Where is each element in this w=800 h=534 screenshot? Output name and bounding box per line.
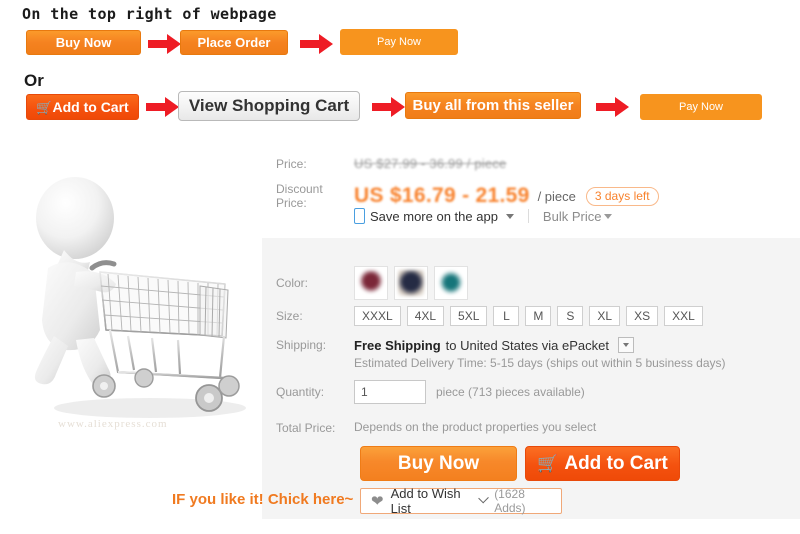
right-arrow-icon bbox=[146, 96, 180, 118]
quantity-availability: piece (713 pieces available) bbox=[436, 385, 585, 399]
size-option-list: XXXL 4XL 5XL L M S XL XS XXL bbox=[354, 306, 709, 326]
flow-button-place-order[interactable]: Place Order bbox=[180, 30, 288, 55]
flow-button-buy-all-from-seller[interactable]: Buy all from this seller bbox=[405, 92, 581, 119]
price-label: Price: bbox=[276, 157, 307, 171]
chevron-down-icon[interactable] bbox=[478, 492, 489, 504]
days-left-badge: 3 days left bbox=[585, 186, 659, 206]
bulk-price-link[interactable]: Bulk Price bbox=[543, 209, 613, 224]
size-option[interactable]: M bbox=[525, 306, 552, 326]
color-swatch-teal[interactable] bbox=[434, 266, 468, 300]
size-option[interactable]: XXL bbox=[664, 306, 703, 326]
heart-icon: ❤ bbox=[371, 492, 384, 510]
right-arrow-icon bbox=[596, 96, 630, 118]
flow-button-buy-now[interactable]: Buy Now bbox=[26, 30, 141, 55]
flow-button-add-to-cart-label: Add to Cart bbox=[52, 99, 129, 115]
delivery-estimate: Estimated Delivery Time: 5-15 days (ship… bbox=[354, 356, 726, 370]
right-arrow-icon bbox=[300, 33, 334, 55]
image-watermark: www.aliexpress.com bbox=[58, 418, 168, 430]
shipping-destination: to United States via ePacket bbox=[445, 337, 609, 353]
price-unit: / piece bbox=[537, 188, 576, 204]
save-on-app-label: Save more on the app bbox=[370, 208, 498, 224]
chevron-down-icon bbox=[604, 213, 613, 219]
add-to-cart-label: Add to Cart bbox=[564, 452, 668, 474]
screenshot-root: On the top right of webpage Buy Now Plac… bbox=[0, 0, 800, 534]
size-option[interactable]: 5XL bbox=[450, 306, 488, 326]
flow-button-pay-now-bottom[interactable]: Pay Now bbox=[640, 94, 762, 120]
size-option[interactable]: XXXL bbox=[354, 306, 401, 326]
total-price-label: Total Price: bbox=[276, 421, 336, 435]
instruction-or-label: Or bbox=[24, 71, 44, 90]
right-arrow-icon bbox=[148, 33, 182, 55]
discount-price: US $16.79 - 21.59 bbox=[354, 184, 530, 207]
quantity-input[interactable] bbox=[354, 380, 426, 404]
discount-price-label: Discount Price: bbox=[276, 182, 323, 210]
size-option[interactable]: XS bbox=[626, 306, 659, 326]
color-swatch-maroon[interactable] bbox=[354, 266, 388, 300]
wishlist-label: Add to Wish List bbox=[390, 486, 461, 516]
free-shipping-text: Free Shipping bbox=[354, 337, 441, 353]
product-image: www.aliexpress.com bbox=[0, 140, 262, 440]
right-arrow-icon bbox=[372, 96, 406, 118]
color-label: Color: bbox=[276, 276, 309, 290]
chevron-down-icon bbox=[505, 213, 514, 219]
save-on-app-link[interactable]: Save more on the app bbox=[354, 208, 514, 224]
flow-button-pay-now-top[interactable]: Pay Now bbox=[340, 29, 458, 55]
buy-now-button[interactable]: Buy Now bbox=[360, 446, 517, 481]
shipping-method[interactable]: Free Shipping to United States via ePack… bbox=[354, 337, 726, 353]
divider bbox=[527, 209, 529, 223]
shipping-dropdown[interactable] bbox=[617, 337, 634, 353]
wishlist-hint-text: IF you like it! Chick here~ bbox=[172, 491, 354, 508]
size-option[interactable]: 4XL bbox=[406, 306, 445, 326]
flow-button-add-to-cart[interactable]: 🛒 Add to Cart bbox=[26, 94, 139, 120]
price-block: Price: US $27.99 - 36.99 / piece Discoun… bbox=[262, 146, 800, 238]
flow-button-view-shopping-cart[interactable]: View Shopping Cart bbox=[178, 91, 360, 121]
size-option[interactable]: XL bbox=[589, 306, 621, 326]
original-price: US $27.99 - 36.99 / piece bbox=[354, 156, 507, 171]
bulk-price-label: Bulk Price bbox=[542, 208, 602, 224]
size-option[interactable]: L bbox=[493, 306, 520, 326]
wishlist-count: (1628 Adds) bbox=[494, 487, 526, 515]
color-swatch-list bbox=[354, 266, 474, 300]
add-to-cart-button[interactable]: 🛒 Add to Cart bbox=[525, 446, 680, 481]
shopping-cart-icon: 🛒 bbox=[537, 454, 559, 473]
quantity-label: Quantity: bbox=[276, 385, 325, 399]
size-option[interactable]: S bbox=[557, 306, 584, 326]
instruction-heading-top: On the top right of webpage bbox=[22, 5, 277, 23]
total-price-note: Depends on the product properties you se… bbox=[354, 420, 597, 434]
shipping-label: Shipping: bbox=[276, 338, 327, 352]
color-swatch-navy[interactable] bbox=[394, 266, 428, 300]
size-label: Size: bbox=[276, 309, 303, 323]
add-to-wish-list-button[interactable]: ❤ Add to Wish List (1628 Adds) bbox=[360, 486, 562, 516]
mobile-phone-icon bbox=[354, 208, 365, 224]
cart-icon: 🛒 bbox=[36, 99, 53, 115]
